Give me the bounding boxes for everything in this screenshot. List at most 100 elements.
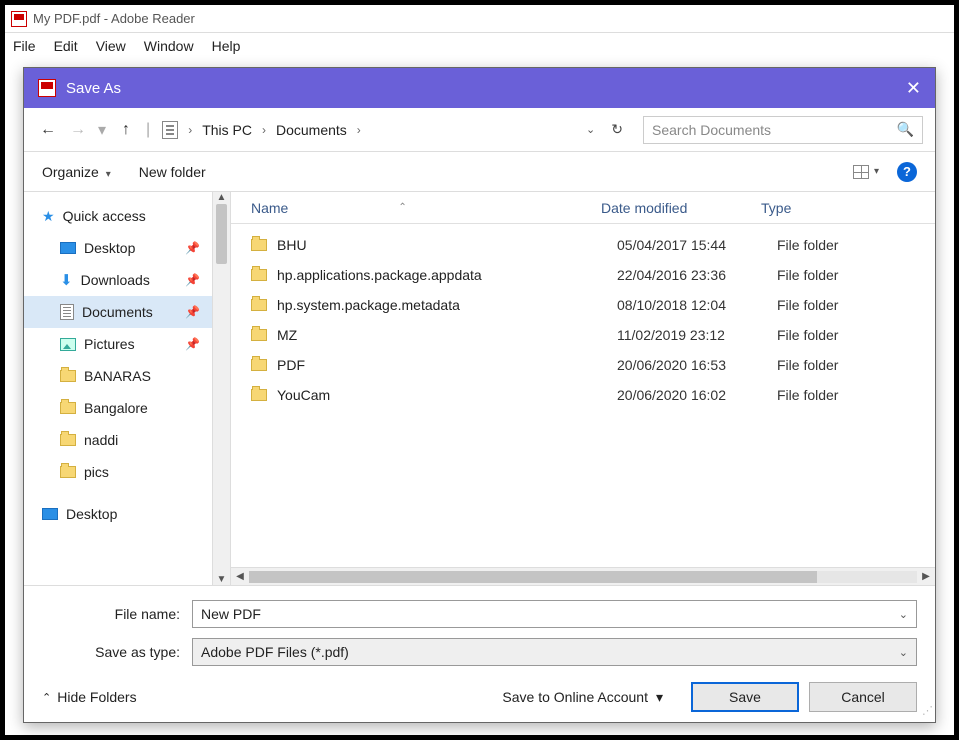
file-name: YouCam bbox=[277, 387, 617, 403]
address-dropdown-icon[interactable]: ⌄ bbox=[586, 123, 595, 136]
scroll-up-icon[interactable]: ▲ bbox=[213, 192, 230, 203]
file-type: File folder bbox=[777, 297, 935, 313]
scroll-right-icon[interactable]: ▶ bbox=[917, 571, 935, 582]
sidebar-item-folder[interactable]: naddi bbox=[24, 424, 212, 456]
sidebar-item-folder[interactable]: Bangalore bbox=[24, 392, 212, 424]
file-type: File folder bbox=[777, 267, 935, 283]
save-type-select[interactable]: Adobe PDF Files (*.pdf) ⌄ bbox=[192, 638, 917, 666]
search-input[interactable]: Search Documents 🔍 bbox=[643, 116, 923, 144]
folder-icon bbox=[251, 329, 267, 341]
address-bar: ← → ▾ ↑ | › This PC › Documents › ⌄ ↻ Se… bbox=[24, 108, 935, 152]
sidebar-item-downloads[interactable]: ⬇ Downloads 📌 bbox=[24, 264, 212, 296]
pdf-icon bbox=[38, 79, 56, 97]
folder-icon bbox=[251, 269, 267, 281]
sidebar-item-pictures[interactable]: Pictures 📌 bbox=[24, 328, 212, 360]
menubar: File Edit View Window Help bbox=[5, 33, 954, 59]
sidebar-item-desktop[interactable]: Desktop bbox=[24, 498, 212, 530]
pictures-icon bbox=[60, 338, 76, 351]
sidebar-item-quick-access[interactable]: ★ Quick access bbox=[24, 200, 212, 232]
chevron-down-icon: ▾ bbox=[106, 169, 111, 180]
new-folder-button[interactable]: New folder bbox=[139, 164, 206, 180]
folder-icon bbox=[60, 370, 76, 382]
pin-icon: 📌 bbox=[185, 305, 200, 319]
folder-icon bbox=[251, 239, 267, 251]
star-icon: ★ bbox=[42, 208, 55, 225]
table-row[interactable]: MZ11/02/2019 23:12File folder bbox=[231, 320, 935, 350]
help-icon[interactable]: ? bbox=[897, 162, 917, 182]
search-placeholder: Search Documents bbox=[652, 122, 771, 138]
save-online-button[interactable]: Save to Online Account ▾ bbox=[502, 689, 663, 706]
folder-icon bbox=[60, 466, 76, 478]
search-icon[interactable]: 🔍 bbox=[897, 121, 914, 138]
separator: ▾ bbox=[98, 120, 106, 140]
breadcrumb-this-pc[interactable]: This PC bbox=[198, 122, 256, 138]
file-name-label: File name: bbox=[42, 606, 192, 622]
desktop-icon bbox=[42, 508, 58, 520]
close-icon[interactable]: ✕ bbox=[906, 78, 921, 99]
chevron-down-icon: ▾ bbox=[656, 689, 663, 706]
sidebar-item-documents[interactable]: Documents 📌 bbox=[24, 296, 212, 328]
sidebar-item-folder[interactable]: BANARAS bbox=[24, 360, 212, 392]
chevron-up-icon: ⌃ bbox=[42, 691, 51, 704]
table-row[interactable]: YouCam20/06/2020 16:02File folder bbox=[231, 380, 935, 410]
scroll-left-icon[interactable]: ◀ bbox=[231, 571, 249, 582]
file-date: 22/04/2016 23:36 bbox=[617, 267, 777, 283]
hide-folders-button[interactable]: ⌃ Hide Folders bbox=[42, 689, 137, 705]
horizontal-scrollbar[interactable]: ◀ ▶ bbox=[231, 567, 935, 585]
file-name: hp.system.package.metadata bbox=[277, 297, 617, 313]
file-name-input[interactable]: New PDF ⌄ bbox=[192, 600, 917, 628]
file-name: MZ bbox=[277, 327, 617, 343]
table-row[interactable]: PDF20/06/2020 16:53File folder bbox=[231, 350, 935, 380]
scroll-down-icon[interactable]: ▼ bbox=[213, 574, 230, 585]
dialog-title: Save As bbox=[66, 80, 121, 97]
file-type: File folder bbox=[777, 357, 935, 373]
menu-view[interactable]: View bbox=[96, 38, 126, 54]
file-type: File folder bbox=[777, 387, 935, 403]
document-icon bbox=[60, 304, 74, 320]
save-as-dialog: Save As ✕ ← → ▾ ↑ | › This PC › Document… bbox=[23, 67, 936, 723]
dialog-titlebar[interactable]: Save As ✕ bbox=[24, 68, 935, 108]
sidebar-scrollbar[interactable]: ▲ ▼ bbox=[212, 192, 230, 585]
menu-file[interactable]: File bbox=[13, 38, 36, 54]
separator: | bbox=[146, 121, 150, 139]
up-button[interactable]: ↑ bbox=[114, 121, 138, 139]
column-name[interactable]: Name bbox=[251, 200, 288, 216]
view-options-button[interactable]: ▾ bbox=[853, 165, 879, 179]
file-list: Name ⌃ Date modified Type BHU05/04/2017 … bbox=[230, 192, 935, 585]
sidebar-item-desktop[interactable]: Desktop 📌 bbox=[24, 232, 212, 264]
cancel-button[interactable]: Cancel bbox=[809, 682, 917, 712]
column-headers[interactable]: Name ⌃ Date modified Type bbox=[231, 192, 935, 224]
desktop-icon bbox=[60, 242, 76, 254]
table-row[interactable]: hp.system.package.metadata08/10/2018 12:… bbox=[231, 290, 935, 320]
chevron-down-icon[interactable]: ⌄ bbox=[899, 646, 908, 659]
column-date[interactable]: Date modified bbox=[601, 200, 761, 216]
file-date: 11/02/2019 23:12 bbox=[617, 327, 777, 343]
save-button[interactable]: Save bbox=[691, 682, 799, 712]
menu-window[interactable]: Window bbox=[144, 38, 194, 54]
column-type[interactable]: Type bbox=[761, 200, 935, 216]
chevron-right-icon[interactable]: › bbox=[188, 123, 192, 137]
scroll-thumb[interactable] bbox=[249, 571, 817, 583]
dialog-bottom: File name: New PDF ⌄ Save as type: Adobe… bbox=[24, 585, 935, 722]
back-button[interactable]: ← bbox=[36, 121, 60, 139]
table-row[interactable]: hp.applications.package.appdata22/04/201… bbox=[231, 260, 935, 290]
sidebar-item-folder[interactable]: pics bbox=[24, 456, 212, 488]
menu-help[interactable]: Help bbox=[212, 38, 241, 54]
forward-button[interactable]: → bbox=[66, 121, 90, 139]
document-icon bbox=[162, 121, 178, 139]
chevron-right-icon[interactable]: › bbox=[262, 123, 266, 137]
app-titlebar: My PDF.pdf - Adobe Reader bbox=[5, 5, 954, 33]
organize-button[interactable]: Organize ▾ bbox=[42, 164, 111, 180]
menu-edit[interactable]: Edit bbox=[54, 38, 78, 54]
folder-icon bbox=[60, 434, 76, 446]
table-row[interactable]: BHU05/04/2017 15:44File folder bbox=[231, 230, 935, 260]
breadcrumb-documents[interactable]: Documents bbox=[272, 122, 351, 138]
pin-icon: 📌 bbox=[185, 337, 200, 351]
sort-indicator-icon: ⌃ bbox=[398, 202, 406, 213]
chevron-right-icon[interactable]: › bbox=[357, 123, 361, 137]
chevron-down-icon: ▾ bbox=[874, 166, 879, 177]
refresh-icon[interactable]: ↻ bbox=[611, 121, 623, 138]
chevron-down-icon[interactable]: ⌄ bbox=[899, 608, 908, 621]
scroll-thumb[interactable] bbox=[216, 204, 227, 264]
file-name: PDF bbox=[277, 357, 617, 373]
